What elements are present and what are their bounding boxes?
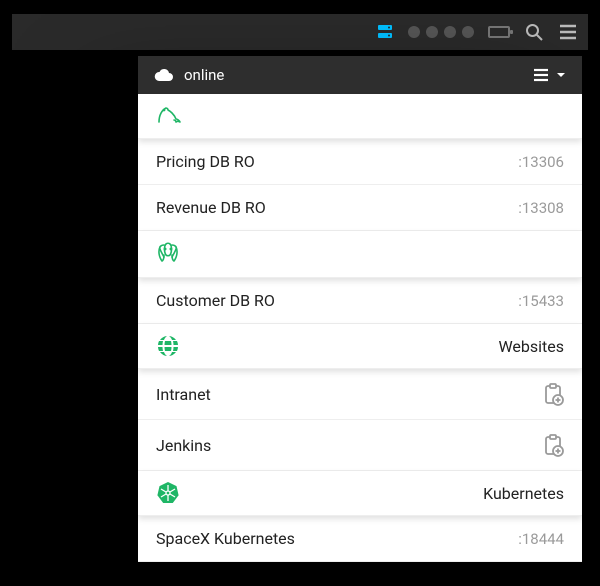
- status-dots: [408, 26, 474, 38]
- dot-icon: [462, 26, 474, 38]
- connection-row[interactable]: Intranet: [138, 369, 582, 420]
- cloud-icon: [154, 68, 174, 82]
- connection-row[interactable]: Jenkins: [138, 420, 582, 471]
- section-label: Websites: [498, 337, 564, 356]
- clipboard-add-icon[interactable]: [542, 433, 564, 457]
- connection-row[interactable]: SpaceX Kubernetes :18444: [138, 516, 582, 562]
- panel-header: online: [138, 56, 582, 94]
- connection-label: Revenue DB RO: [156, 198, 266, 217]
- clipboard-add-icon[interactable]: [542, 382, 564, 406]
- dot-icon: [408, 26, 420, 38]
- globe-icon: [156, 334, 180, 358]
- connection-port: :15433: [518, 292, 564, 310]
- connection-row[interactable]: Pricing DB RO :13306: [138, 139, 582, 185]
- panel-status: online: [184, 66, 524, 84]
- connection-label: Customer DB RO: [156, 291, 275, 310]
- connection-port: :13308: [518, 199, 564, 217]
- section-header-mysql[interactable]: [138, 94, 582, 139]
- section-header-kubernetes[interactable]: Kubernetes: [138, 471, 582, 516]
- connection-label: Jenkins: [156, 436, 211, 455]
- connection-label: SpaceX Kubernetes: [156, 529, 295, 548]
- connection-row[interactable]: Revenue DB RO :13308: [138, 185, 582, 231]
- connection-label: Intranet: [156, 385, 211, 404]
- menu-icon[interactable]: [558, 22, 578, 42]
- kubernetes-icon: [156, 481, 180, 505]
- dot-icon: [444, 26, 456, 38]
- connections-panel: online Pricing DB RO :13306 Revenue DB R…: [138, 56, 582, 562]
- system-topbar: [12, 14, 588, 50]
- connection-row[interactable]: Customer DB RO :15433: [138, 278, 582, 324]
- connection-port: :13306: [518, 153, 564, 171]
- section-header-postgres[interactable]: [138, 231, 582, 278]
- mysql-icon: [156, 104, 182, 128]
- battery-icon: [488, 26, 510, 38]
- dot-icon: [426, 26, 438, 38]
- postgres-icon: [156, 241, 180, 267]
- section-label: Kubernetes: [483, 484, 564, 503]
- search-icon[interactable]: [524, 22, 544, 42]
- panel-menu-button[interactable]: [534, 68, 566, 82]
- connection-label: Pricing DB RO: [156, 152, 255, 171]
- server-status-icon[interactable]: [376, 23, 394, 41]
- section-header-websites[interactable]: Websites: [138, 324, 582, 369]
- connection-port: :18444: [518, 530, 564, 548]
